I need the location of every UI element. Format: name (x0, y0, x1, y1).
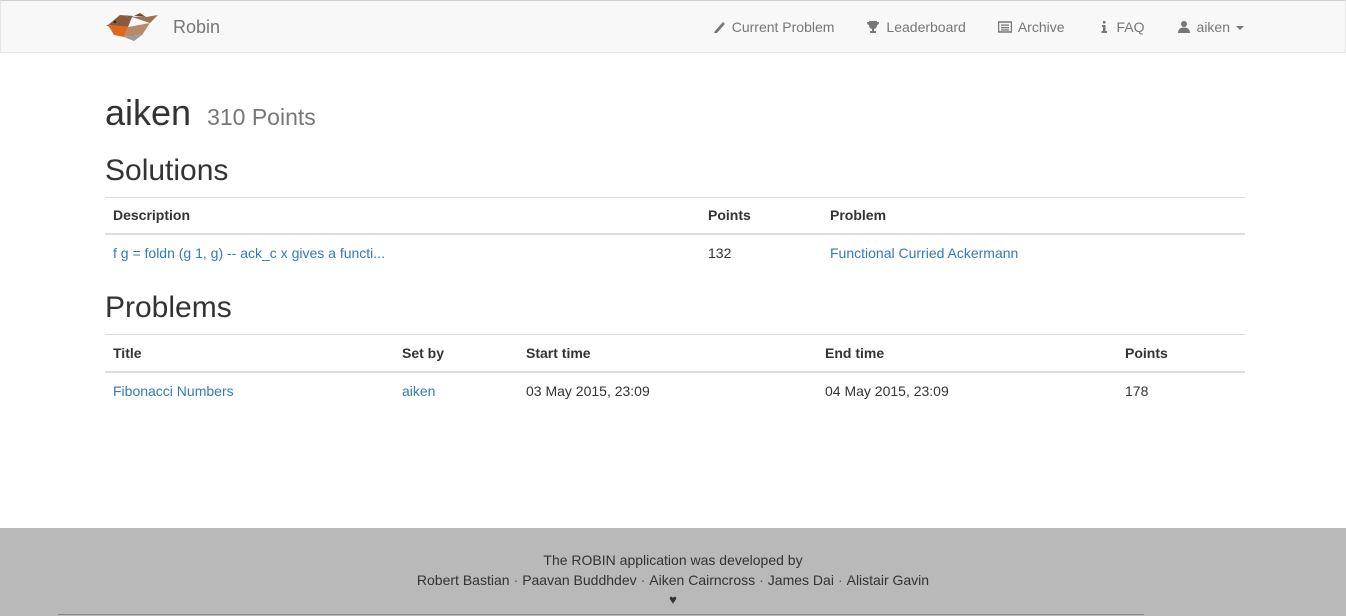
column-header: Description (105, 196, 700, 236)
column-header: Points (700, 196, 822, 236)
problem-setter-link[interactable]: aiken (402, 383, 435, 399)
navbar: Robin Current Problem Leaderboard Archiv… (0, 0, 1346, 53)
footer: The ROBIN application was developed by R… (0, 528, 1346, 616)
separator: · (513, 572, 519, 588)
user-menu-dropdown[interactable]: aiken (1177, 19, 1244, 35)
problem-start-time: 03 May 2015, 23:09 (518, 371, 817, 409)
column-header: End time (817, 334, 1117, 373)
column-header: Points (1117, 334, 1245, 373)
developer-name: Paavan Buddhdev (522, 572, 637, 588)
solutions-table: Description Points Problem f g = foldn (… (105, 196, 1245, 272)
table-header-row: Description Points Problem (105, 196, 1245, 236)
separator: · (759, 572, 764, 588)
nav-current-problem-label: Current Problem (731, 19, 835, 35)
nav-faq[interactable]: FAQ (1097, 19, 1145, 35)
user-menu-label: aiken (1196, 19, 1230, 35)
info-icon (1101, 21, 1107, 33)
column-header: Title (105, 334, 394, 373)
profile-username: aiken (105, 92, 192, 133)
problem-points: 178 (1117, 371, 1245, 409)
developer-name: James Dai (767, 572, 834, 588)
chevron-down-icon (1236, 26, 1244, 30)
developer-name: Robert Bastian (416, 572, 510, 588)
footer-developers: Robert Bastian · Paavan Buddhdev · Aiken Cai… (0, 570, 1346, 590)
nav-faq-label: FAQ (1116, 19, 1145, 35)
column-header: Set by (394, 334, 518, 373)
problems-table: Title Set by Start time End time Points … (105, 334, 1245, 409)
column-header: Start time (518, 334, 817, 373)
list-alt-icon (997, 21, 1012, 33)
developer-name: Alistair Gavin (846, 572, 930, 588)
separator: · (837, 572, 843, 588)
page-title: aiken 310 Points (105, 93, 1245, 133)
brand[interactable]: Robin (106, 1, 220, 53)
problems-heading: Problems (105, 291, 232, 325)
solution-problem-link[interactable]: Functional Curried Ackermann (830, 245, 1018, 261)
heart-icon: ♥ (669, 592, 677, 607)
table-header-row: Title Set by Start time End time Points (105, 334, 1245, 373)
solution-description-link[interactable]: f g = foldn (g 1, g) -- ack_c x gives a … (113, 245, 385, 261)
table-row: Fibonacci Numbers aiken 03 May 2015, 23:… (105, 371, 1245, 409)
problem-title-link[interactable]: Fibonacci Numbers (113, 383, 234, 399)
pencil-icon (713, 22, 725, 33)
footer-credit-text: The ROBIN application was developed by (543, 552, 803, 568)
nav-current-problem[interactable]: Current Problem (712, 19, 835, 35)
main-nav: Current Problem Leaderboard Archive FAQ … (712, 1, 1244, 53)
nav-leaderboard[interactable]: Leaderboard (866, 19, 966, 35)
nav-leaderboard-label: Leaderboard (886, 19, 966, 35)
profile-points: 310 Points (207, 104, 316, 130)
table-row: f g = foldn (g 1, g) -- ack_c x gives a … (105, 233, 1245, 272)
brand-name: Robin (173, 16, 221, 37)
user-icon (1177, 21, 1190, 33)
column-header: Problem (822, 196, 1245, 236)
developer-name: Aiken Cairncross (649, 572, 756, 588)
robin-bird-logo (106, 13, 158, 41)
separator: · (640, 572, 646, 588)
nav-archive[interactable]: Archive (997, 19, 1065, 35)
nav-archive-label: Archive (1017, 19, 1065, 35)
solution-points: 132 (700, 233, 822, 272)
problem-end-time: 04 May 2015, 23:09 (817, 371, 1117, 409)
solutions-heading: Solutions (105, 153, 229, 187)
trophy-icon (867, 21, 880, 33)
main-content: aiken 310 Points Solutions Description P… (105, 53, 1245, 409)
